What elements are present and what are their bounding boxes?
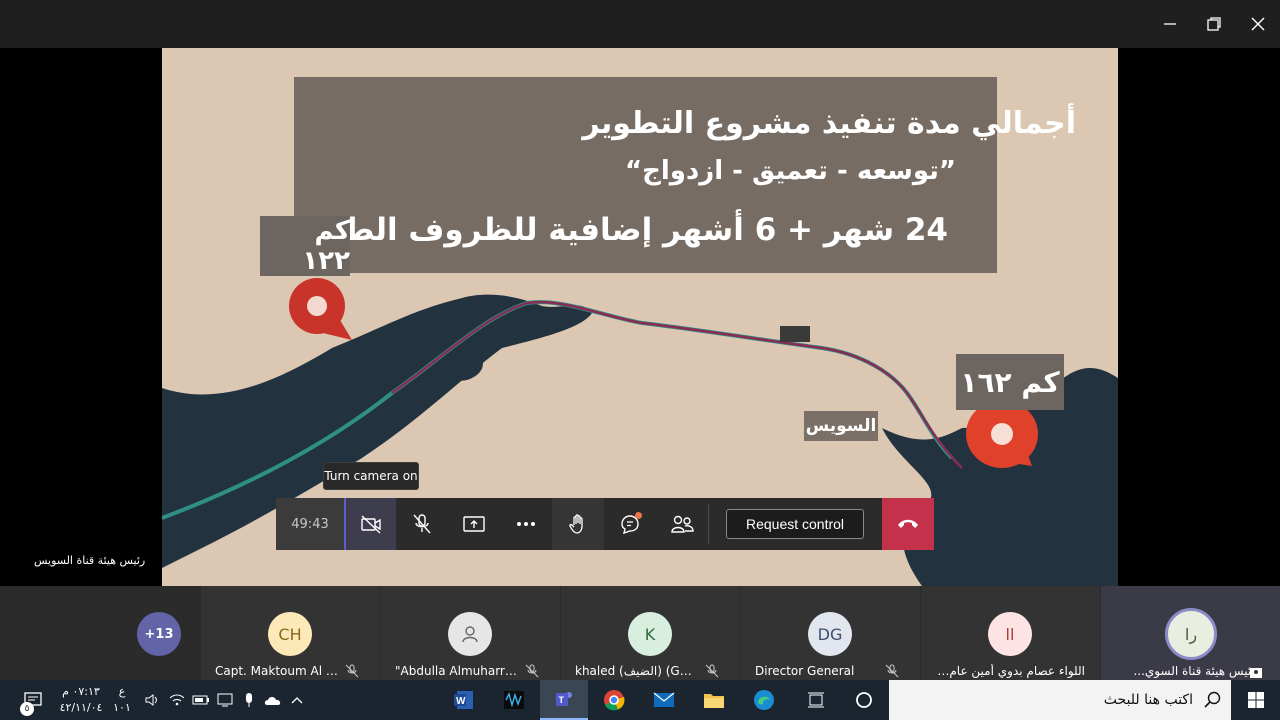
location-pin-icon [289, 278, 352, 340]
participant-name: Director General [755, 664, 855, 678]
participant-tile[interactable]: DG Director General [741, 586, 920, 680]
contact-card-icon [1250, 668, 1262, 678]
participant-tile[interactable]: اا اللواء عصام بدوي أمين عام ال... [921, 586, 1100, 680]
cortana-icon[interactable] [846, 680, 882, 720]
request-control-wrapper: Request control [709, 498, 881, 550]
slide-title: أجمالي مدة تنفيذ مشروع التطوير [582, 106, 1076, 141]
wifi-icon[interactable] [166, 680, 188, 720]
camera-off-icon [361, 515, 381, 534]
edge-app-icon[interactable] [744, 680, 784, 720]
svg-text:W: W [456, 696, 466, 707]
microphone-tray-icon[interactable] [238, 680, 260, 720]
clock-time: ٠٧:١٣ م [62, 685, 100, 698]
avatar [448, 612, 492, 656]
city-label: السويس [804, 411, 878, 441]
language-indicator[interactable]: ع ١٠١ [110, 684, 134, 716]
more-actions-button[interactable] [500, 498, 552, 550]
map-small-label [780, 326, 810, 342]
camera-tooltip: Turn camera on [323, 462, 419, 490]
clock[interactable]: ٠٧:١٣ م ٤٢/١١/٠٤ [56, 684, 106, 716]
participant-tile[interactable]: "Abdulla Almuharra... [381, 586, 560, 680]
search-placeholder: اكتب هنا للبحث [1103, 692, 1193, 708]
participants-button[interactable] [656, 498, 708, 550]
muted-mic-icon [705, 664, 719, 678]
km-label-right: كم ١٦٢ [956, 354, 1064, 410]
chat-button[interactable] [604, 498, 656, 550]
avatar: اا [988, 612, 1032, 656]
slide-subtitle: ”توسعه - تعميق - ازدواج“ [625, 156, 956, 186]
participant-name: khaled (الضيف) (Guest) [575, 664, 699, 678]
muted-mic-icon [525, 664, 539, 678]
person-icon [462, 626, 478, 643]
teams-app-icon[interactable]: T [540, 680, 588, 720]
network-icon[interactable] [214, 680, 236, 720]
volume-icon[interactable] [142, 680, 164, 720]
muted-mic-icon [885, 664, 899, 678]
km-label-left: كم ١٢٢ [260, 216, 350, 276]
request-control-button[interactable]: Request control [726, 509, 864, 539]
svg-text:T: T [559, 695, 565, 705]
call-controls: 49:43 Request control [276, 498, 934, 550]
word-app-icon[interactable]: W [444, 680, 484, 720]
file-explorer-icon[interactable] [694, 680, 734, 720]
camera-button[interactable] [344, 498, 396, 550]
app-wave-icon[interactable] [494, 680, 534, 720]
hang-up-button[interactable] [882, 498, 934, 550]
more-icon [517, 522, 535, 526]
notifications-button[interactable]: ٥ [16, 680, 50, 720]
search-icon [1204, 691, 1221, 708]
call-timer: 49:43 [276, 498, 344, 550]
participant-name: اللواء عصام بدوي أمين عام ال... [935, 664, 1085, 678]
location-pin-icon [966, 400, 1038, 468]
language-bottom: ١٠١ [113, 701, 131, 714]
more-participants-button[interactable]: +13 [137, 612, 181, 656]
participant-tile-self[interactable]: را رئيس هيئة قناة السوي... [1101, 586, 1280, 680]
participant-name: رئيس هيئة قناة السوي... [1133, 664, 1257, 678]
task-view-icon[interactable] [798, 680, 834, 720]
search-input[interactable]: اكتب هنا للبحث [889, 680, 1231, 720]
windows-icon [1248, 692, 1264, 708]
share-button[interactable] [448, 498, 500, 550]
avatar: DG [808, 612, 852, 656]
taskbar: ٥ ٠٧:١٣ م ٤٢/١١/٠٤ ع ١٠١ W T اكتب هنا لل… [0, 680, 1280, 720]
title-bar [0, 0, 1280, 48]
hang-up-icon [898, 519, 918, 528]
clock-date: ٤٢/١١/٠٤ [59, 701, 103, 714]
chevron-up-icon[interactable] [286, 680, 308, 720]
language-top: ع [118, 685, 126, 698]
presenter-name: رئيس هيئة قناة السويس [34, 554, 146, 567]
mail-app-icon[interactable] [644, 680, 684, 720]
mic-button[interactable] [396, 498, 448, 550]
share-screen-icon [463, 516, 485, 532]
hand-icon [569, 514, 583, 534]
onedrive-icon[interactable] [262, 680, 284, 720]
avatar: CH [268, 612, 312, 656]
participant-strip: +13 CH Capt. Maktoum Al H... "Abdulla Al… [0, 586, 1280, 680]
people-icon [671, 515, 694, 533]
participant-name: Capt. Maktoum Al H... [215, 664, 339, 678]
avatar: را [1165, 608, 1217, 660]
chat-unread-dot [635, 512, 642, 519]
notification-badge: ٥ [20, 702, 34, 716]
muted-mic-icon [345, 664, 359, 678]
minimize-icon[interactable] [1152, 8, 1188, 40]
close-icon[interactable] [1240, 8, 1276, 40]
start-button[interactable] [1236, 680, 1276, 720]
restore-icon[interactable] [1196, 8, 1232, 40]
slide-duration: 24 شهر + 6 أشهر إضافية للظروف الطارئة [285, 212, 948, 248]
participant-tile[interactable]: CH Capt. Maktoum Al H... [201, 586, 380, 680]
mic-off-icon [413, 514, 431, 534]
participant-tile[interactable]: K khaled (الضيف) (Guest) [561, 586, 740, 680]
chrome-app-icon[interactable] [594, 680, 634, 720]
participant-name: "Abdulla Almuharra... [395, 664, 519, 678]
avatar: K [628, 612, 672, 656]
battery-icon[interactable] [190, 680, 212, 720]
raise-hand-button[interactable] [552, 498, 604, 550]
